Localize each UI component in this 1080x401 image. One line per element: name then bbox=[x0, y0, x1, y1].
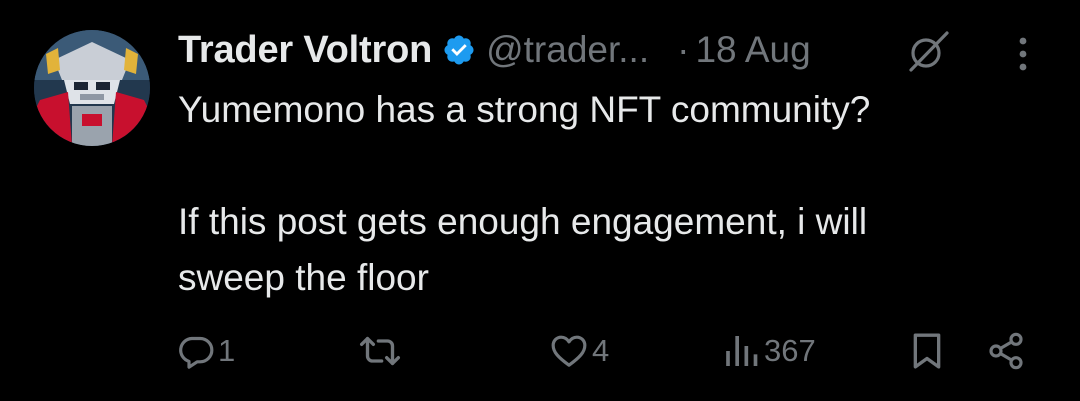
reply-count: 1 bbox=[218, 333, 236, 368]
retweet-icon bbox=[356, 331, 404, 371]
share-icon bbox=[986, 331, 1026, 371]
display-name[interactable]: Trader Voltron bbox=[178, 29, 432, 72]
action-bar: 1 4 367 bbox=[0, 326, 1080, 376]
views-count: 367 bbox=[764, 333, 816, 368]
tweet-date[interactable]: 18 Aug bbox=[695, 29, 810, 71]
tweet-text-line: If this post gets enough engagement, i w… bbox=[178, 201, 868, 242]
more-options-icon[interactable] bbox=[1010, 34, 1036, 74]
tweet-header: Trader Voltron @trader... · 18 Aug bbox=[178, 22, 811, 78]
views-icon bbox=[722, 331, 762, 371]
heart-icon bbox=[548, 331, 590, 371]
bookmark-button[interactable] bbox=[910, 326, 944, 376]
like-count: 4 bbox=[592, 333, 610, 368]
retweet-button[interactable] bbox=[356, 326, 406, 376]
like-button[interactable]: 4 bbox=[548, 326, 609, 376]
bookmark-icon bbox=[910, 331, 944, 371]
tweet-text-line: sweep the floor bbox=[178, 257, 429, 298]
grok-icon[interactable] bbox=[905, 28, 951, 74]
separator-dot: · bbox=[677, 29, 690, 70]
share-button[interactable] bbox=[986, 326, 1026, 376]
reply-button[interactable]: 1 bbox=[176, 326, 235, 376]
user-handle[interactable]: @trader... bbox=[486, 29, 649, 71]
avatar[interactable] bbox=[34, 30, 150, 146]
tweet[interactable]: Trader Voltron @trader... · 18 Aug Yumem… bbox=[0, 0, 1080, 401]
tweet-text-line: Yumemono has a strong NFT community? bbox=[178, 89, 871, 130]
tweet-text: Yumemono has a strong NFT community? If … bbox=[178, 82, 1038, 306]
views-button[interactable]: 367 bbox=[722, 326, 816, 376]
reply-icon bbox=[176, 331, 216, 371]
verified-badge-icon[interactable] bbox=[442, 33, 476, 67]
